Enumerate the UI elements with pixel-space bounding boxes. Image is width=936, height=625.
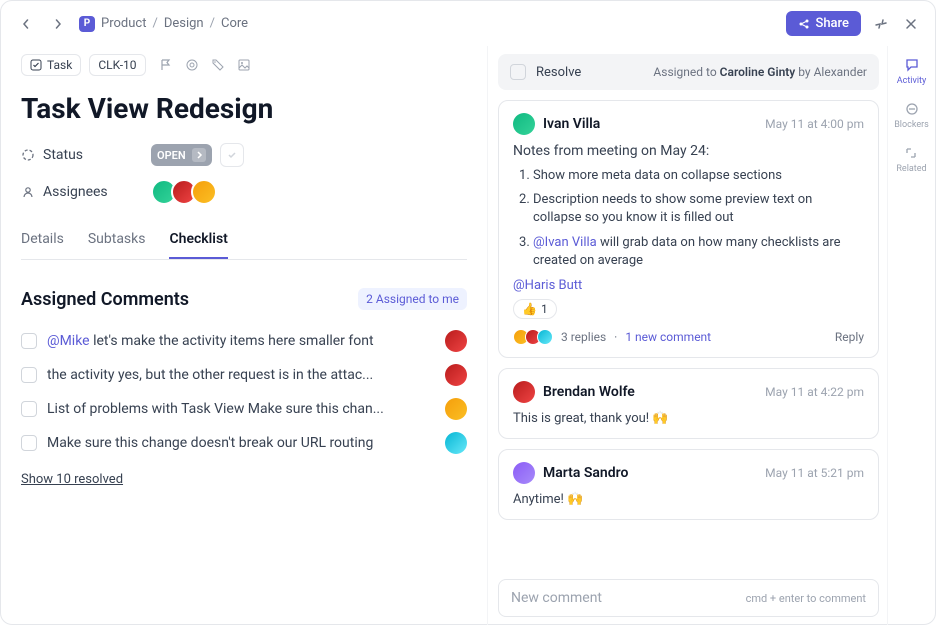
tab-checklist[interactable]: Checklist (169, 221, 227, 259)
comment-checkbox[interactable] (21, 367, 37, 383)
blocker-icon (903, 100, 921, 118)
status-label: Status (21, 147, 151, 163)
mention[interactable]: @Haris Butt (513, 278, 582, 293)
flag-icon[interactable] (158, 57, 174, 73)
workspace-icon: P (79, 16, 95, 32)
person-icon (21, 185, 35, 199)
nav-forward-button[interactable] (47, 13, 69, 35)
resolve-label: Resolve (536, 65, 581, 80)
right-rail: Activity Blockers Related (887, 46, 935, 625)
image-icon[interactable] (236, 57, 252, 73)
avatar (191, 179, 217, 205)
rail-blockers[interactable]: Blockers (894, 100, 929, 130)
comment-icon (903, 56, 921, 74)
comment-row[interactable]: the activity yes, but the other request … (21, 358, 467, 392)
avatar (445, 364, 467, 386)
comment-time: May 11 at 4:00 pm (765, 117, 864, 131)
comment-author: Brendan Wolfe (543, 384, 635, 400)
comment-checkbox[interactable] (21, 401, 37, 417)
comment-row[interactable]: @Mike let's make the activity items here… (21, 324, 467, 358)
assignees-label: Assignees (21, 184, 151, 200)
comment-input[interactable] (511, 590, 746, 606)
comment-time: May 11 at 5:21 pm (765, 466, 864, 480)
tag-icon[interactable] (210, 57, 226, 73)
task-type-pill[interactable]: Task (21, 54, 81, 76)
resolve-checkbox[interactable] (510, 64, 526, 80)
resolve-bar: Resolve Assigned to Caroline Ginty by Al… (498, 54, 879, 90)
complete-button[interactable] (220, 143, 244, 167)
share-button[interactable]: Share (786, 11, 861, 36)
tab-details[interactable]: Details (21, 221, 64, 259)
task-id-pill[interactable]: CLK-10 (89, 54, 145, 76)
assigned-count-badge: 2 Assigned to me (358, 288, 467, 310)
avatar (445, 330, 467, 352)
comment-time: May 11 at 4:22 pm (765, 385, 864, 399)
show-resolved-link[interactable]: Show 10 resolved (21, 472, 123, 487)
avatar (513, 462, 535, 484)
nav-back-button[interactable] (15, 13, 37, 35)
status-next-icon (192, 148, 206, 162)
comment-checkbox[interactable] (21, 333, 37, 349)
comment-thread: Brendan WolfeMay 11 at 4:22 pmThis is gr… (498, 368, 879, 439)
comment-text: Make sure this change doesn't break our … (47, 435, 435, 451)
tabs: Details Subtasks Checklist (21, 221, 467, 260)
target-icon[interactable] (184, 57, 200, 73)
comment-author: Ivan Villa (543, 116, 600, 132)
comment-text: List of problems with Task View Make sur… (47, 401, 435, 417)
rail-activity[interactable]: Activity (897, 56, 926, 86)
comment-composer[interactable]: cmd + enter to comment (498, 579, 879, 617)
reaction-button[interactable]: 👍 1 (513, 299, 557, 319)
assigned-comments-heading: Assigned Comments (21, 289, 189, 310)
task-title: Task View Redesign (21, 92, 467, 125)
status-value[interactable]: OPEN (151, 144, 212, 166)
resolve-assigned-text: Assigned to Caroline Ginty by Alexander (653, 65, 867, 79)
comment-text: the activity yes, but the other request … (47, 367, 435, 383)
comment-checkbox[interactable] (21, 435, 37, 451)
avatar (513, 381, 535, 403)
avatar (513, 113, 535, 135)
composer-hint: cmd + enter to comment (746, 592, 866, 605)
minimize-button[interactable] (871, 14, 891, 34)
comment-row[interactable]: Make sure this change doesn't break our … (21, 426, 467, 460)
comment-thread: Ivan VillaMay 11 at 4:00 pmNotes from me… (498, 100, 879, 358)
avatar (445, 398, 467, 420)
status-icon (21, 148, 35, 162)
close-button[interactable] (901, 14, 921, 34)
tab-subtasks[interactable]: Subtasks (88, 221, 146, 259)
comment-author: Marta Sandro (543, 465, 628, 481)
related-icon (902, 144, 920, 162)
comment-thread: Marta SandroMay 11 at 5:21 pmAnytime! 🙌 (498, 449, 879, 520)
avatar (445, 432, 467, 454)
assignee-avatars[interactable] (151, 179, 217, 205)
share-icon (798, 18, 810, 30)
rail-related[interactable]: Related (896, 144, 926, 174)
task-icon (30, 59, 42, 71)
breadcrumb[interactable]: P Product/ Design/ Core (79, 16, 248, 32)
reply-button[interactable]: Reply (835, 330, 864, 344)
comment-text: @Mike let's make the activity items here… (47, 333, 435, 349)
comment-row[interactable]: List of problems with Task View Make sur… (21, 392, 467, 426)
